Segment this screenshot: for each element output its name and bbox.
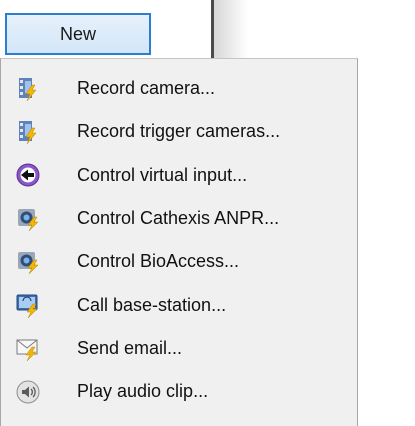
menu-item-label: Record camera... <box>77 78 216 99</box>
menu-item-label: Control BioAccess... <box>77 251 240 272</box>
cathexis-anpr-icon <box>18 208 39 231</box>
menu-item-label: Control Cathexis ANPR... <box>77 208 280 229</box>
audio-icon <box>16 380 40 404</box>
menu-item-play-audio-clip[interactable]: Play audio clip... <box>1 370 357 413</box>
new-action-menu: Record camera... Record trigger cameras.… <box>0 58 358 426</box>
record-camera-icon <box>19 77 37 101</box>
splitter-shadow <box>214 0 248 58</box>
email-icon <box>16 339 38 362</box>
menu-item-label: Call base-station... <box>77 294 227 315</box>
menu-item-control-bioaccess[interactable]: Control BioAccess... <box>1 240 357 283</box>
menu-item-label: Send email... <box>77 337 183 358</box>
menu-item-label: Control virtual input... <box>77 164 248 185</box>
new-button[interactable]: New <box>5 13 151 55</box>
virtual-input-icon <box>16 163 40 187</box>
base-station-icon <box>16 294 38 319</box>
bioaccess-icon <box>18 251 39 275</box>
record-trigger-cameras-icon <box>19 120 37 145</box>
menu-item-record-trigger-cameras[interactable]: Record trigger cameras... <box>1 110 357 153</box>
menu-item-label: Record trigger cameras... <box>77 121 281 142</box>
menu-item-control-virtual-input[interactable]: Control virtual input... <box>1 154 357 197</box>
menu-item-record-camera[interactable]: Record camera... <box>1 67 357 110</box>
menu-item-call-base-station[interactable]: Call base-station... <box>1 283 357 326</box>
menu-item-send-email[interactable]: Send email... <box>1 327 357 370</box>
menu-item-control-cathexis-anpr[interactable]: Control Cathexis ANPR... <box>1 197 357 240</box>
menu-item-label: Play audio clip... <box>77 381 209 402</box>
